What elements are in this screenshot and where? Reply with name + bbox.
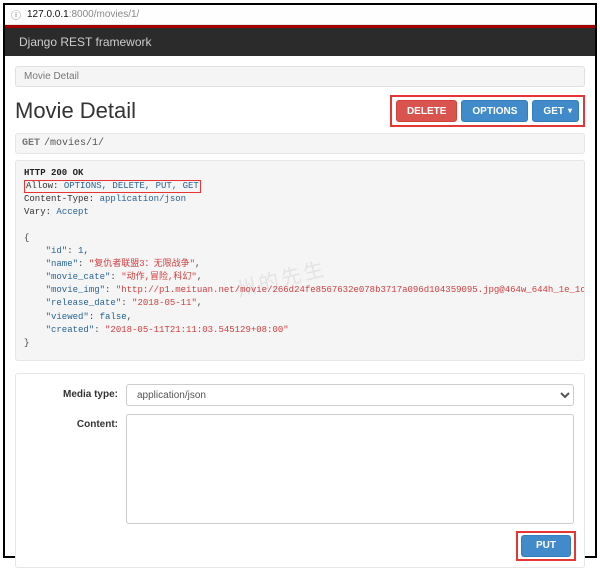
breadcrumb-label: Movie Detail [24,71,79,82]
action-button-group: DELETE OPTIONS GET ▾ [390,95,585,127]
allow-header-highlight: Allow: OPTIONS, DELETE, PUT, GET [24,180,201,193]
put-form-panel: Media type: application/json Content: PU… [15,373,585,568]
chevron-down-icon: ▾ [568,107,572,115]
put-button[interactable]: PUT [521,535,571,557]
media-type-label: Media type: [26,384,126,400]
delete-button[interactable]: DELETE [396,100,457,122]
info-icon: ⓘ [11,7,21,22]
media-type-select[interactable]: application/json [126,384,574,406]
request-path: /movies/1/ [44,138,104,149]
navbar-brand[interactable]: Django REST framework [19,35,152,49]
put-button-highlight: PUT [516,531,576,561]
browser-url-bar[interactable]: ⓘ 127.0.0.1:8000/movies/1/ [5,5,595,25]
request-verb: GET [22,138,40,149]
navbar: Django REST framework [5,28,595,56]
url-text: 127.0.0.1:8000/movies/1/ [27,9,139,20]
options-button[interactable]: OPTIONS [461,100,528,122]
get-button[interactable]: GET ▾ [532,100,579,122]
status-line: HTTP 200 OK [24,168,83,178]
content-label: Content: [26,414,126,430]
content-textarea[interactable] [126,414,574,524]
request-line: GET/movies/1/ [15,133,585,154]
breadcrumb: Movie Detail [15,66,585,87]
response-block: HTTP 200 OK Allow: OPTIONS, DELETE, PUT,… [15,160,585,361]
get-button-label: GET [543,106,564,117]
page-title: Movie Detail [15,98,136,124]
